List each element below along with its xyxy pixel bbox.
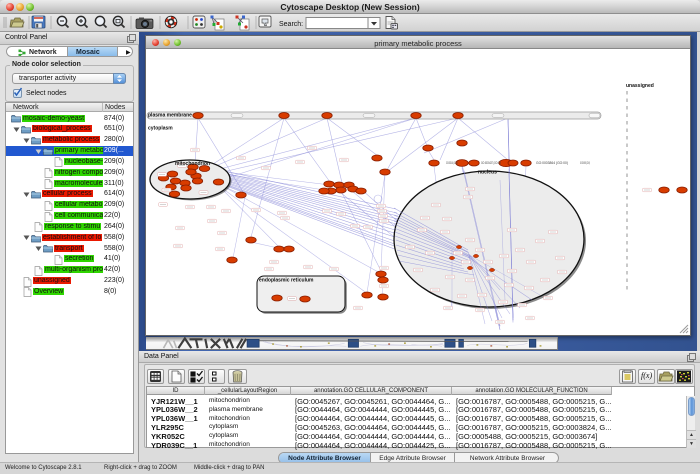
svg-text:mitochondrion: mitochondrion <box>175 161 210 167</box>
svg-text:GO:0004095 (GO:00): GO:0004095 (GO:00) <box>580 161 590 165</box>
svg-text:GO:0003864 (GO:00): GO:0003864 (GO:00) <box>536 161 568 165</box>
svg-text:GO:0003164 (GO:00): GO:0003164 (GO:00) <box>446 161 458 165</box>
svg-text:unassigned: unassigned <box>626 83 654 89</box>
svg-text:GO:0003437 (GO:00): GO:0003437 (GO:00) <box>481 161 501 165</box>
svg-text:cytoplasm: cytoplasm <box>148 126 173 132</box>
svg-text:nucleus: nucleus <box>478 170 497 176</box>
svg-text:endoplasmic reticulum: endoplasmic reticulum <box>259 278 314 284</box>
svg-text:plasma membrane: plasma membrane <box>148 113 192 119</box>
svg-text:Search:: Search: <box>279 21 303 28</box>
